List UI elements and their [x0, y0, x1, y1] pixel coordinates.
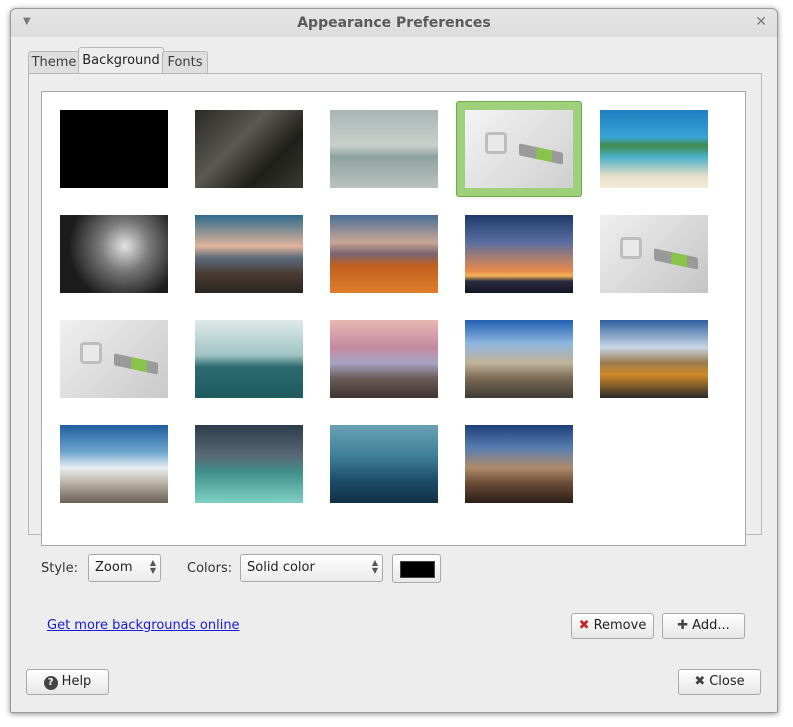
background-thumbnail-mountain-desert-dusk[interactable] [465, 425, 573, 503]
background-thumbnail-desert-road[interactable] [600, 320, 708, 398]
help-icon: ? [43, 676, 58, 690]
mint-logo-icon [80, 342, 102, 364]
tab-background[interactable]: Background [78, 47, 164, 75]
mint-logo-icon [485, 132, 507, 154]
background-thumbnail-mint-logo-gray[interactable] [600, 215, 708, 293]
add-button-label: Add... [692, 618, 730, 633]
window-title: Appearance Preferences [297, 15, 491, 31]
background-thumbnail-mountain-road-village[interactable] [465, 320, 573, 398]
background-thumbnail-sea-island[interactable] [195, 320, 303, 398]
background-thumbnail-lake-boat[interactable] [330, 110, 438, 188]
background-thumbnail-solid-black[interactable] [60, 110, 168, 188]
window-close-button[interactable]: ✕ [755, 14, 767, 30]
background-thumbnail-salt-flat[interactable] [60, 425, 168, 503]
colors-select[interactable]: Solid color ▲ ▼ [240, 554, 383, 582]
spin-arrows-icon: ▲ ▼ [149, 558, 156, 575]
help-button-label: Help [61, 674, 92, 689]
mint-logo-icon [620, 237, 642, 259]
color-swatch [400, 561, 435, 578]
background-thumbnail-dark-stone-wall[interactable] [195, 110, 303, 188]
style-select[interactable]: Zoom ▲ ▼ [88, 554, 161, 582]
colors-select-value: Solid color [247, 560, 315, 575]
mint-wordmark-shape [114, 353, 158, 375]
background-thumbnail-stormy-sea[interactable] [195, 425, 303, 503]
background-thumbnail-boat-sea-teal[interactable] [330, 425, 438, 503]
close-button-label: Close [709, 674, 745, 689]
close-button[interactable]: ✖ Close [678, 669, 761, 695]
style-select-value: Zoom [95, 560, 133, 575]
mint-wordmark-shape [519, 143, 563, 165]
background-thumbnail-pebble-beach-dusk[interactable] [330, 320, 438, 398]
get-more-backgrounds-link[interactable]: Get more backgrounds online [47, 618, 240, 633]
tab-fonts[interactable]: Fonts [162, 51, 208, 74]
background-thumbnail-tropical-beach[interactable] [600, 110, 708, 188]
help-button[interactable]: ? Help [26, 669, 109, 695]
color-picker-button[interactable] [392, 554, 441, 583]
titlebar[interactable]: ▼ Appearance Preferences ✕ [11, 9, 777, 37]
add-icon: ✚ [677, 618, 689, 633]
mint-wordmark-shape [654, 248, 698, 270]
background-thumbnail-waterfall[interactable] [60, 215, 168, 293]
background-thumbnail-mint-logo-gray-2[interactable] [60, 320, 168, 398]
tab-theme[interactable]: Theme [28, 51, 80, 74]
spin-arrows-icon: ▲ ▼ [371, 558, 378, 575]
background-thumbnail-golden-field[interactable] [330, 215, 438, 293]
close-icon: ✖ [694, 674, 706, 689]
style-label: Style: [41, 561, 79, 576]
colors-label: Colors: [187, 561, 233, 576]
add-button[interactable]: ✚ Add... [662, 613, 745, 639]
background-thumbnail-mint-logo-white[interactable] [465, 110, 573, 188]
remove-button-label: Remove [593, 618, 647, 633]
background-thumbnail-mountain-sunset-desert[interactable] [195, 215, 303, 293]
background-thumbnail-ocean-sunset[interactable] [465, 215, 573, 293]
remove-icon: ✖ [578, 618, 590, 633]
remove-button[interactable]: ✖ Remove [571, 613, 654, 639]
